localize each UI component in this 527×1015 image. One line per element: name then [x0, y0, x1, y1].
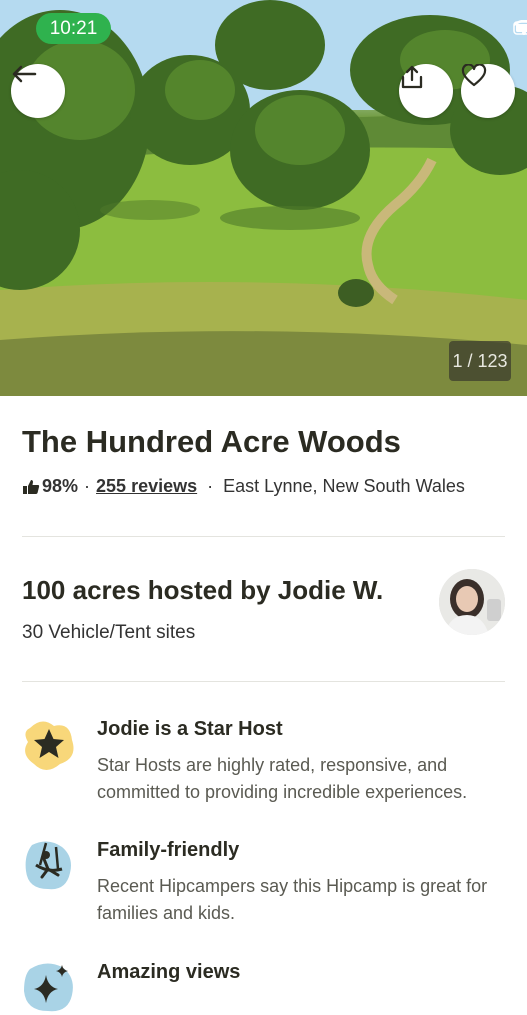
share-icon	[401, 65, 423, 89]
star-icon	[25, 721, 74, 770]
reviews-link[interactable]: 255 reviews	[96, 476, 197, 497]
host-photo	[439, 569, 505, 635]
meta-separator: ·	[84, 476, 91, 496]
photo-counter: 1 / 123	[449, 341, 511, 381]
battery-icon	[513, 21, 527, 35]
favorite-button[interactable]	[461, 64, 515, 118]
status-time: 10:21	[36, 13, 111, 44]
rating-percent: 98%	[42, 476, 79, 496]
feature-title: Jodie is a Star Host	[97, 718, 283, 740]
listing-location: East Lynne, New South Wales	[223, 476, 465, 496]
feature-description: Star Hosts are highly rated, responsive,…	[97, 755, 468, 802]
divider	[22, 681, 505, 682]
thumbs-up-icon	[23, 479, 40, 494]
feature-title: Amazing views	[97, 961, 241, 983]
heart-icon	[461, 64, 487, 87]
sites-count: 30 Vehicle/Tent sites	[22, 622, 196, 643]
feature-title: Family-friendly	[97, 839, 240, 861]
back-button[interactable]	[11, 64, 65, 118]
campsite-photo	[0, 0, 527, 396]
listing-meta: 98% · 255 reviews · East Lynne, New Sout…	[22, 476, 465, 497]
listing-title: The Hundred Acre Woods	[22, 424, 401, 459]
photo-gallery[interactable]: 10:21 1 / 123	[0, 0, 527, 396]
share-button[interactable]	[399, 64, 453, 118]
host-avatar[interactable]	[439, 569, 505, 635]
sparkle-icon	[24, 963, 73, 1012]
swing-icon	[25, 841, 72, 890]
host-headline: 100 acres hosted by Jodie W.	[22, 575, 384, 605]
meta-separator: ·	[207, 476, 214, 496]
feature-description: Recent Hipcampers say this Hipcamp is gr…	[97, 876, 488, 923]
divider	[22, 536, 505, 537]
arrow-left-icon	[12, 65, 37, 83]
